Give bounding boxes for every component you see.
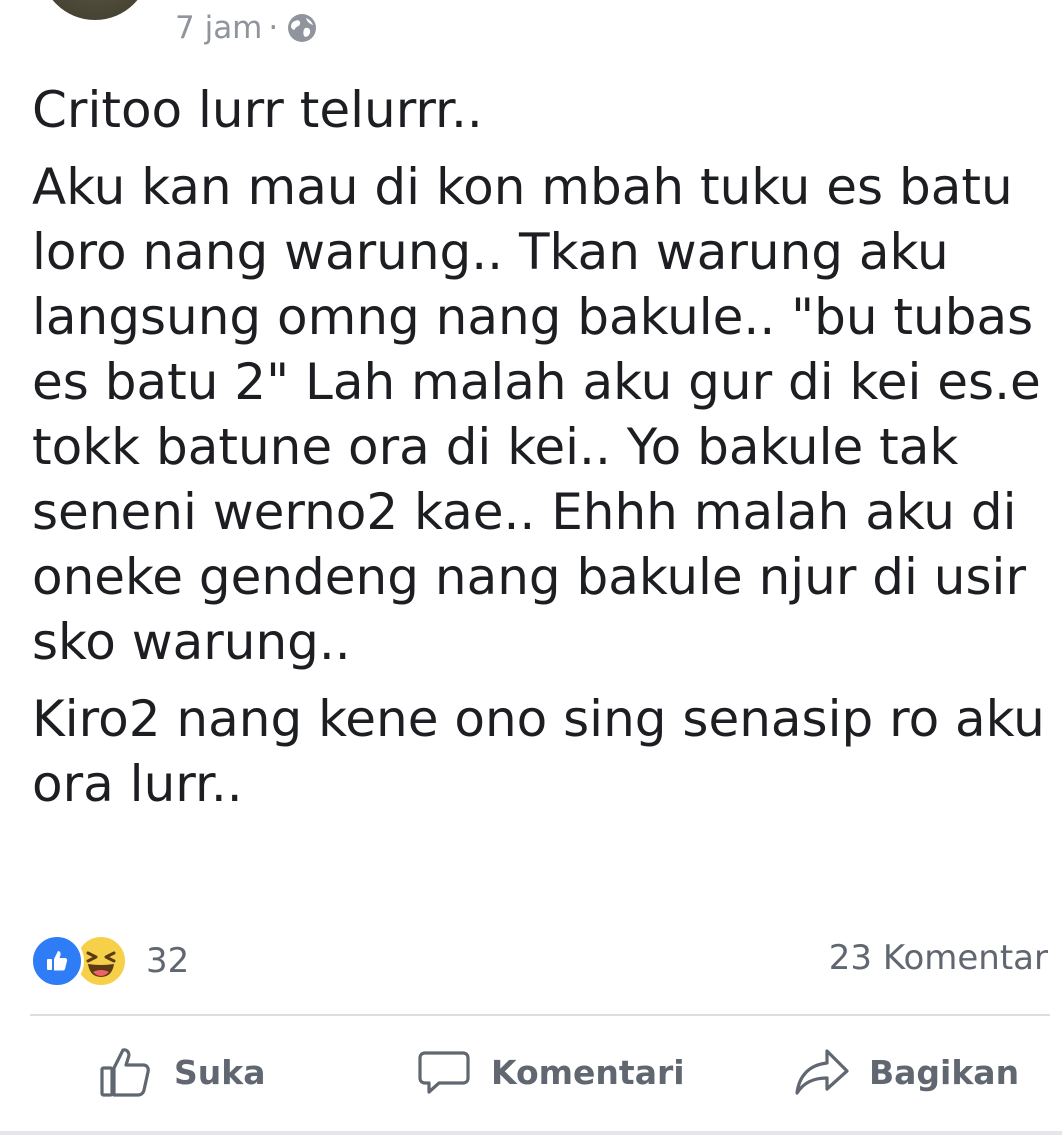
- comment-count-link[interactable]: 23 Komentar: [829, 935, 1048, 981]
- share-icon: [795, 1049, 849, 1095]
- post-paragraph: Critoo lurr telurrr..: [32, 81, 483, 139]
- like-icon: [30, 934, 84, 988]
- bottom-separator: [0, 1131, 1062, 1135]
- post-body: Critoo lurr telurrr.. Aku kan mau di kon…: [32, 78, 1052, 817]
- post-timestamp[interactable]: 7 jam: [175, 10, 262, 46]
- like-label: Suka: [174, 1052, 266, 1092]
- divider: [30, 1014, 1050, 1016]
- reactions-summary[interactable]: 32: [30, 934, 190, 988]
- action-bar: Suka Komentari Bagikan: [0, 1036, 1062, 1108]
- post-paragraph: Aku kan mau di kon mbah tuku es batu lor…: [32, 158, 1041, 671]
- like-button[interactable]: Suka: [98, 1036, 265, 1108]
- share-label: Bagikan: [869, 1052, 1020, 1092]
- comment-button[interactable]: Komentari: [415, 1036, 685, 1108]
- meta-separator: ·: [268, 10, 279, 46]
- post-paragraph: Kiro2 nang kene ono sing senasip ro aku …: [32, 690, 1045, 813]
- share-button[interactable]: Bagikan: [793, 1036, 1019, 1108]
- post-meta: 7 jam ·: [175, 8, 318, 48]
- thumbs-up-icon: [100, 1048, 150, 1097]
- reaction-count: 32: [146, 941, 190, 981]
- author-avatar[interactable]: [40, 0, 150, 20]
- globe-icon: [286, 12, 318, 44]
- comment-label: Komentari: [491, 1052, 685, 1092]
- comment-icon: [418, 1051, 470, 1094]
